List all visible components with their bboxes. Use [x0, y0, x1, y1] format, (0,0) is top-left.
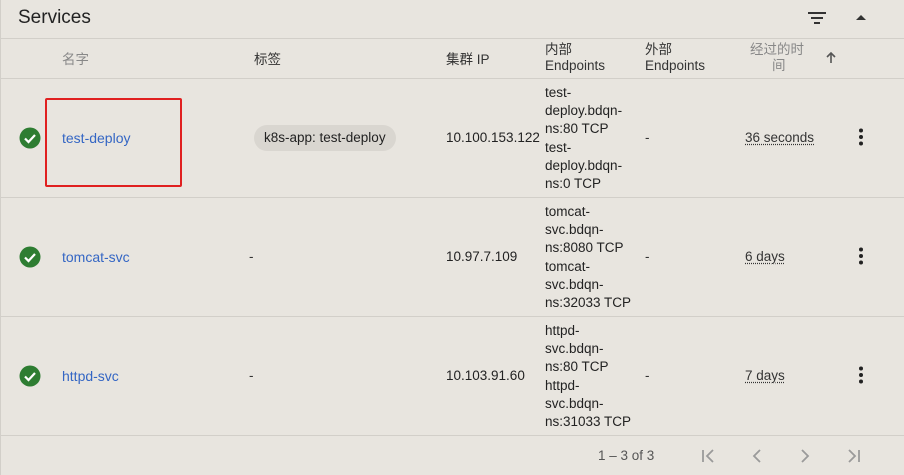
service-name-link[interactable]: test-deploy [62, 130, 130, 146]
arrow-drop-up-icon[interactable] [852, 9, 870, 27]
table-row: httpd-svc - 10.103.91.60 httpd- svc.bdqn… [1, 317, 904, 436]
service-name-link[interactable]: httpd-svc [62, 368, 119, 384]
table-row: tomcat-svc - 10.97.7.109 tomcat- svc.bdq… [1, 198, 904, 317]
column-internal-line1: 内部 [545, 42, 605, 58]
endpoint-line: ns:8080 TCP [545, 239, 641, 257]
table-row: test-deploy k8s-app: test-deploy 10.100.… [1, 79, 904, 198]
more-vert-icon[interactable] [851, 127, 871, 147]
service-name-link[interactable]: tomcat-svc [62, 249, 130, 265]
column-age-line1: 经过的时 [750, 42, 804, 58]
external-endpoints: - [645, 130, 650, 145]
internal-endpoint: tomcat- svc.bdqn- ns:8080 TCP [545, 203, 641, 257]
endpoint-line: ns:31033 TCP [545, 413, 641, 431]
card-title: Services [18, 7, 91, 29]
column-external-line1: 外部 [645, 42, 705, 58]
column-internal-line2: Endpoints [545, 58, 605, 74]
column-name[interactable]: 名字 [62, 52, 89, 68]
age-value[interactable]: 36 seconds [745, 130, 814, 145]
check-circle-icon [19, 127, 41, 149]
arrow-upward-icon[interactable] [824, 51, 838, 65]
chevron-left-icon[interactable] [747, 446, 767, 466]
endpoint-line: deploy.bdqn- [545, 102, 641, 120]
endpoint-line: svc.bdqn- [545, 276, 641, 294]
services-card: Services 名字 标签 集群 IP 内部 Endpoints 外部 End… [0, 0, 904, 475]
column-cluster-ip: 集群 IP [446, 52, 490, 68]
endpoint-line: ns:0 TCP [545, 175, 641, 193]
endpoint-line: tomcat- [545, 258, 641, 276]
endpoint-line: ns:80 TCP [545, 120, 641, 138]
endpoint-line: svc.bdqn- [545, 395, 641, 413]
internal-endpoint: httpd- svc.bdqn- ns:31033 TCP [545, 377, 641, 431]
pagination-bar: 1 – 3 of 3 [1, 436, 904, 475]
endpoint-line: httpd- [545, 322, 641, 340]
more-vert-icon[interactable] [851, 365, 871, 385]
cluster-ip: 10.103.91.60 [446, 368, 543, 383]
column-external-endpoints: 外部 Endpoints [645, 42, 705, 74]
filter-list-icon[interactable] [807, 9, 827, 27]
endpoint-line: deploy.bdqn- [545, 157, 641, 175]
last-page-icon[interactable] [843, 446, 863, 466]
external-endpoints: - [645, 249, 650, 264]
endpoint-line: tomcat- [545, 203, 641, 221]
internal-endpoint: httpd- svc.bdqn- ns:80 TCP [545, 322, 641, 376]
table-header: 名字 标签 集群 IP 内部 Endpoints 外部 Endpoints 经过… [1, 38, 904, 79]
column-labels: 标签 [254, 52, 281, 68]
age-value[interactable]: 7 days [745, 368, 785, 383]
first-page-icon[interactable] [699, 446, 719, 466]
label-chip: - [249, 249, 254, 264]
cluster-ip: 10.97.7.109 [446, 249, 543, 264]
column-age[interactable]: 经过的时 间 [750, 42, 804, 74]
column-age-line2: 间 [750, 58, 804, 74]
label-chip: k8s-app: test-deploy [254, 125, 396, 151]
endpoint-line: httpd- [545, 377, 641, 395]
internal-endpoint: test- deploy.bdqn- ns:80 TCP [545, 84, 641, 138]
check-circle-icon [19, 365, 41, 387]
endpoint-line: svc.bdqn- [545, 221, 641, 239]
internal-endpoint: tomcat- svc.bdqn- ns:32033 TCP [545, 258, 641, 312]
pagination-range: 1 – 3 of 3 [598, 448, 654, 463]
chevron-right-icon[interactable] [795, 446, 815, 466]
label-chip: - [249, 368, 254, 383]
internal-endpoint: test- deploy.bdqn- ns:0 TCP [545, 139, 641, 193]
column-external-line2: Endpoints [645, 58, 705, 74]
endpoint-line: svc.bdqn- [545, 340, 641, 358]
age-value[interactable]: 6 days [745, 249, 785, 264]
cluster-ip: 10.100.153.122 [446, 130, 543, 145]
endpoint-line: ns:32033 TCP [545, 294, 641, 312]
endpoint-line: test- [545, 139, 641, 157]
endpoint-line: ns:80 TCP [545, 358, 641, 376]
more-vert-icon[interactable] [851, 246, 871, 266]
card-header: Services [1, 0, 904, 38]
endpoint-line: test- [545, 84, 641, 102]
check-circle-icon [19, 246, 41, 268]
column-internal-endpoints: 内部 Endpoints [545, 42, 605, 74]
external-endpoints: - [645, 368, 650, 383]
